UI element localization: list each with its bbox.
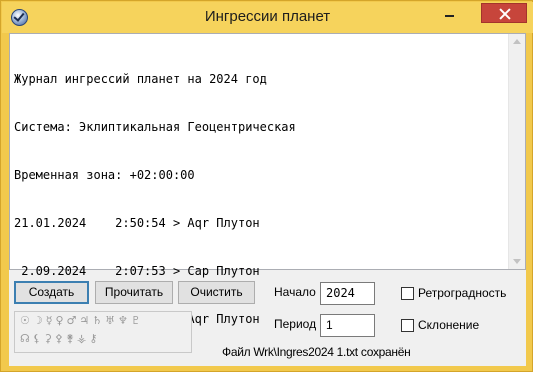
scroll-up-arrow-icon[interactable] [513, 39, 521, 44]
checkbox-box[interactable] [401, 287, 414, 300]
log-line: 21.01.2024 2:50:54 > Aqr Плутон [14, 216, 260, 230]
period-label: Период [274, 317, 317, 331]
scroll-down-arrow-icon[interactable] [513, 259, 521, 264]
planet-symbols-row[interactable]: ☊⚸⚳⚴⚵⚶⚷ [20, 332, 100, 345]
create-button[interactable]: Создать [14, 281, 89, 304]
log-line: Временная зона: +02:00:00 [14, 168, 195, 182]
minimize-button[interactable] [436, 3, 463, 23]
client-area: Журнал ингрессий планет на 2024 год Сист… [9, 33, 526, 366]
planet-symbols-row[interactable]: ☉☽☿♀♂♃♄♅♆♇ [20, 314, 144, 327]
app-window: Ингрессии планет Журнал ингрессий планет… [0, 0, 533, 372]
declination-label: Склонение [418, 318, 480, 332]
log-scrollbar[interactable] [508, 34, 525, 269]
planet-selector-panel[interactable]: ☉☽☿♀♂♃♄♅♆♇ ☊⚸⚳⚴⚵⚶⚷ [14, 311, 192, 353]
start-label: Начало [274, 285, 316, 299]
checkbox-box[interactable] [401, 319, 414, 332]
period-input[interactable]: 1 [320, 314, 375, 337]
log-textarea[interactable]: Журнал ингрессий планет на 2024 год Сист… [9, 33, 526, 326]
clear-button[interactable]: Очистить [178, 281, 255, 304]
log-line: 2.09.2024 2:07:53 > Cap Плутон [14, 264, 260, 278]
retrograde-label: Ретроградность [418, 286, 507, 300]
start-year-input[interactable]: 2024 [320, 282, 375, 305]
retrograde-checkbox[interactable]: Ретроградность [401, 285, 511, 301]
close-button[interactable] [481, 3, 527, 23]
declination-checkbox[interactable]: Склонение [401, 317, 511, 333]
title-bar[interactable]: Ингрессии планет [2, 2, 533, 33]
log-line: Журнал ингрессий планет на 2024 год [14, 72, 267, 86]
log-line: Система: Эклиптикальная Геоцентрическая [14, 120, 296, 134]
status-text: Файл Wrk\Ingres2024 1.txt сохранён [222, 345, 411, 359]
read-button[interactable]: Прочитать [95, 281, 173, 304]
